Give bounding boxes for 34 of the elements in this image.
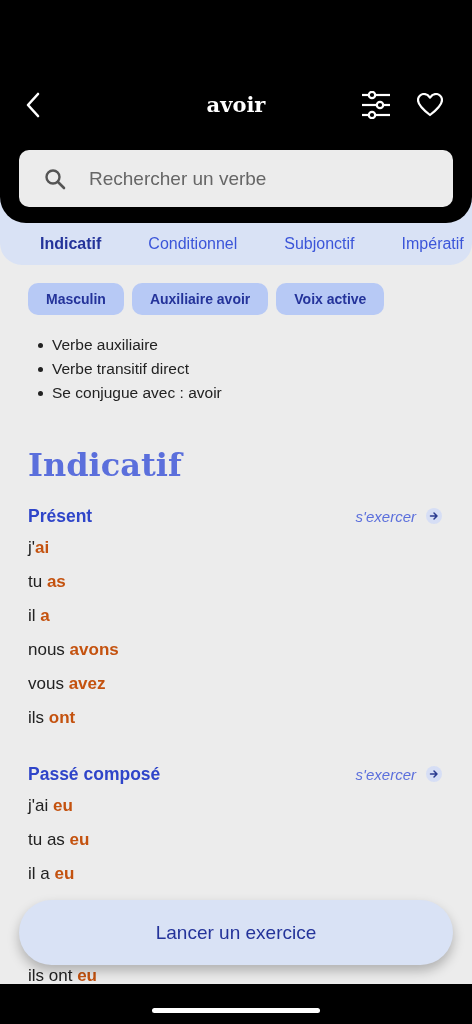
search-field[interactable]: Rechercher un verbe [19, 150, 453, 207]
tag-chip: Voix active [276, 283, 385, 315]
mood-tab[interactable]: Impératif [401, 235, 464, 253]
mood-tab[interactable]: Subjonctif [284, 235, 355, 253]
page-title: avoir [206, 91, 266, 119]
heart-icon[interactable] [417, 93, 443, 117]
mood-tab[interactable]: Conditionnel [148, 235, 238, 253]
tense-title: Présent [28, 505, 93, 527]
tag-chip: Auxiliaire avoir [131, 283, 269, 315]
conjugation-text: j'ai eu [28, 795, 74, 817]
conjugation-text: nous avons [28, 639, 120, 661]
conjugation-text: ils ont [28, 707, 77, 729]
conjugation-text: ils ont eu [28, 965, 98, 984]
conjugation-text: il a eu [28, 863, 76, 885]
conjugation-text: tu as eu [28, 829, 91, 851]
tag-chip: Masculin [28, 283, 124, 315]
tense-title: Passé composé [28, 763, 161, 785]
conjugation-text: tu as [28, 571, 67, 593]
section-title: Indicatif [28, 445, 185, 485]
bullet-icon [38, 390, 43, 396]
mood-tab[interactable]: Indicatif [40, 235, 102, 253]
note-text: Se conjugue avec : avoir [52, 383, 222, 403]
note-text: Verbe transitif direct [52, 359, 189, 379]
conjugation-text: vous avez [28, 673, 107, 695]
conjugation-text: j'ai [28, 537, 51, 559]
practice-link[interactable]: s'exercer [355, 765, 416, 783]
bullet-icon [38, 342, 43, 348]
conjugation-text: il a [28, 605, 51, 627]
back-icon[interactable] [25, 92, 41, 118]
sliders-icon[interactable] [361, 91, 391, 119]
exercise-button[interactable]: Lancer un exercice [19, 900, 453, 965]
practice-link[interactable]: s'exercer [355, 507, 416, 525]
bullet-icon [38, 366, 43, 372]
note-text: Verbe auxiliaire [52, 335, 158, 355]
